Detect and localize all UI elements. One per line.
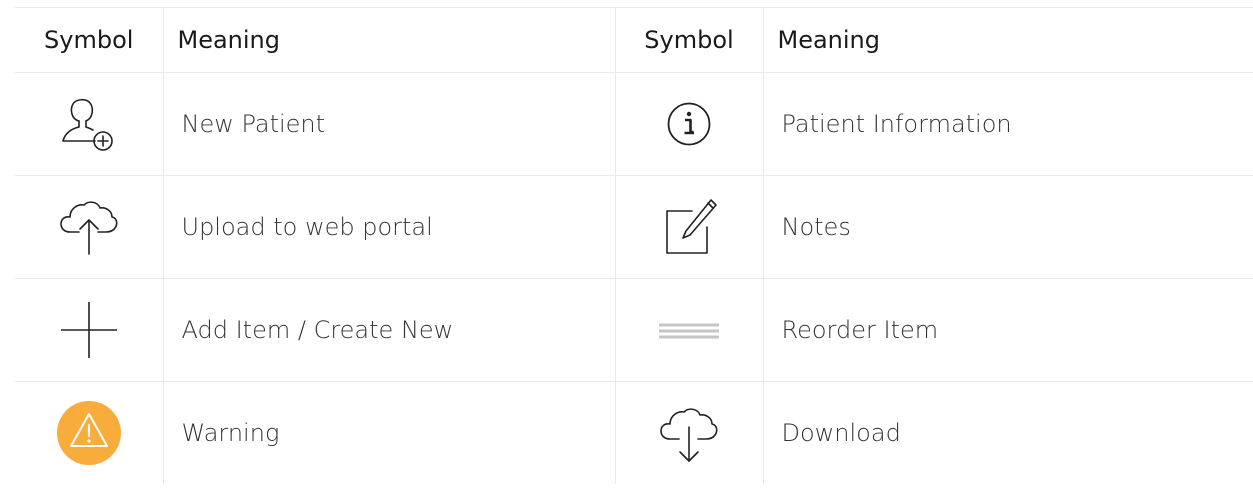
symbol-cell: [614, 175, 763, 279]
notes-edit-icon: [659, 197, 719, 257]
legend-row: Warning Download: [15, 381, 1253, 484]
symbol-cell: [15, 72, 163, 176]
meaning-cell: Download: [762, 381, 1253, 484]
meaning-column-header-left: Meaning: [162, 7, 615, 73]
symbol-cell: [614, 381, 763, 484]
cloud-download-icon: [658, 403, 720, 463]
cloud-upload-icon: [58, 198, 120, 256]
meaning-cell: Notes: [762, 175, 1253, 279]
meaning-cell: Warning: [162, 381, 615, 484]
symbol-cell: [15, 278, 163, 382]
warning-icon: [56, 401, 121, 465]
meaning-cell: New Patient: [162, 72, 615, 176]
plus-icon: [60, 301, 118, 359]
legend-row: New Patient Patient Information: [15, 72, 1253, 176]
legend-row: Add Item / Create New Reorder Item: [15, 278, 1253, 382]
symbol-legend-table: Symbol Meaning Symbol Meaning New Patien…: [15, 7, 1253, 484]
symbol-column-header-left: Symbol: [15, 7, 163, 73]
meaning-cell: Patient Information: [762, 72, 1253, 176]
meaning-cell: Add Item / Create New: [162, 278, 615, 382]
symbol-column-header-right: Symbol: [614, 7, 763, 73]
legend-header-row: Symbol Meaning Symbol Meaning: [15, 7, 1253, 73]
legend-row: Upload to web portal Notes: [15, 175, 1253, 279]
reorder-handle-icon: [659, 322, 719, 340]
info-icon: [666, 101, 712, 147]
symbol-cell: [15, 381, 163, 484]
new-patient-icon: [59, 97, 119, 151]
symbol-cell: [614, 72, 763, 176]
meaning-cell: Upload to web portal: [162, 175, 615, 279]
symbol-cell: [15, 175, 163, 279]
symbol-cell: [614, 278, 763, 382]
meaning-cell: Reorder Item: [762, 278, 1253, 382]
meaning-column-header-right: Meaning: [762, 7, 1253, 73]
